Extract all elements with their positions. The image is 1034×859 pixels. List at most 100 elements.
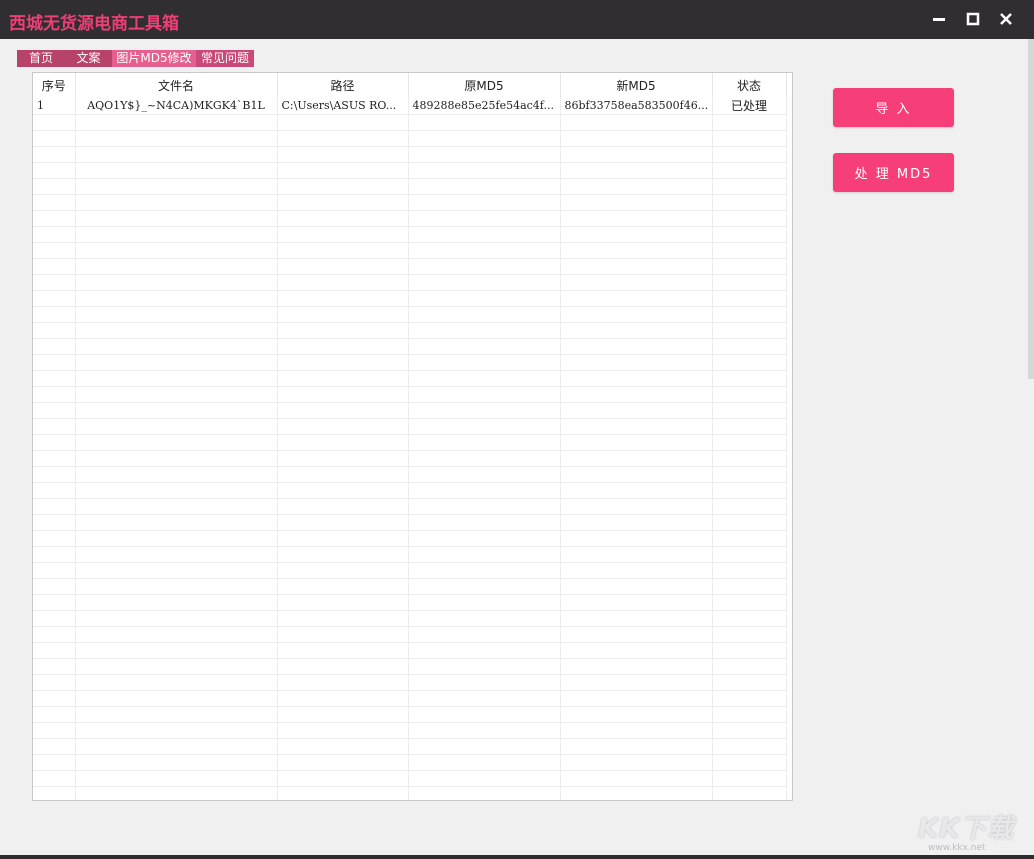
table-row[interactable]: 1 AQO1Y$}_~N4CA)MKGK4`B1L C:\Users\ASUS … [33,97,787,115]
empty-cell [560,610,713,627]
empty-cell [712,226,787,243]
empty-cell [33,258,76,275]
column-header-path[interactable]: 路径 [277,73,409,97]
empty-cell [33,546,76,563]
close-button[interactable] [995,8,1017,30]
empty-cell [277,562,409,579]
empty-cell [33,210,76,227]
minimize-button[interactable] [928,8,950,30]
maximize-button[interactable] [962,8,984,30]
empty-cell [408,402,561,419]
column-header-filename[interactable]: 文件名 [75,73,278,97]
column-header-new-md5[interactable]: 新MD5 [560,73,713,97]
column-header-original-md5[interactable]: 原MD5 [408,73,561,97]
empty-cell [277,194,409,211]
empty-cell [712,722,787,739]
empty-cell [75,786,278,800]
empty-cell [408,146,561,163]
empty-cell [408,738,561,755]
scrollbar[interactable] [1028,39,1034,379]
empty-cell [712,482,787,499]
empty-cell [712,738,787,755]
empty-table-row [33,194,787,211]
empty-cell [408,434,561,451]
empty-cell [712,418,787,435]
empty-cell [408,194,561,211]
column-header-status[interactable]: 状态 [712,73,787,97]
cell-new-md5: 86bf33758ea583500f46... [560,97,713,115]
empty-cell [408,786,561,800]
empty-cell [560,578,713,595]
empty-cell [33,114,76,131]
empty-cell [408,210,561,227]
empty-cell [33,658,76,675]
empty-table-row [33,434,787,451]
empty-table-row [33,514,787,531]
empty-table-row [33,546,787,563]
process-md5-button[interactable]: 处 理 MD5 [833,153,954,192]
empty-table-row [33,578,787,595]
empty-cell [75,578,278,595]
empty-table-row [33,162,787,179]
empty-cell [560,274,713,291]
empty-table-row [33,690,787,707]
empty-cell [75,530,278,547]
tab-bar: 首页 文案 图片MD5修改 常见问题 [17,50,254,67]
empty-cell [712,706,787,723]
empty-cell [560,562,713,579]
empty-cell [33,418,76,435]
empty-cell [560,722,713,739]
empty-table-row [33,338,787,355]
empty-cell [712,770,787,787]
empty-cell [277,386,409,403]
empty-table-row [33,258,787,275]
import-button[interactable]: 导 入 [833,88,954,127]
empty-cell [408,130,561,147]
empty-cell [277,338,409,355]
empty-cell [277,450,409,467]
empty-table-row [33,306,787,323]
empty-cell [277,690,409,707]
empty-table-row [33,642,787,659]
close-icon [1000,13,1012,25]
cell-path: C:\Users\ASUS RO... [277,97,409,115]
tab-image-md5[interactable]: 图片MD5修改 [112,50,196,67]
empty-cell [75,290,278,307]
empty-cell [560,290,713,307]
empty-cell [408,754,561,771]
empty-cell [75,178,278,195]
empty-cell [33,498,76,515]
empty-cell [75,194,278,211]
empty-cell [33,386,76,403]
tab-faq[interactable]: 常见问题 [196,50,254,67]
column-header-index[interactable]: 序号 [33,73,76,97]
empty-cell [712,450,787,467]
empty-cell [277,498,409,515]
empty-cell [33,162,76,179]
empty-cell [408,258,561,275]
empty-cell [560,498,713,515]
file-table[interactable]: 序号 文件名 路径 原MD5 新MD5 状态 1 AQO1Y$}_~N4CA)M… [32,72,793,801]
empty-cell [33,610,76,627]
empty-cell [408,770,561,787]
empty-table-row [33,610,787,627]
empty-cell [277,578,409,595]
empty-cell [277,306,409,323]
empty-cell [75,354,278,371]
empty-cell [408,290,561,307]
empty-cell [560,482,713,499]
empty-cell [712,162,787,179]
empty-table-row [33,530,787,547]
empty-cell [75,546,278,563]
empty-cell [277,418,409,435]
empty-cell [712,370,787,387]
empty-cell [560,322,713,339]
empty-cell [408,546,561,563]
tab-home[interactable]: 首页 [17,50,65,67]
empty-table-row [33,178,787,195]
tab-copywriting[interactable]: 文案 [65,50,112,67]
empty-cell [408,370,561,387]
empty-table-row [33,594,787,611]
empty-cell [560,642,713,659]
empty-cell [712,594,787,611]
